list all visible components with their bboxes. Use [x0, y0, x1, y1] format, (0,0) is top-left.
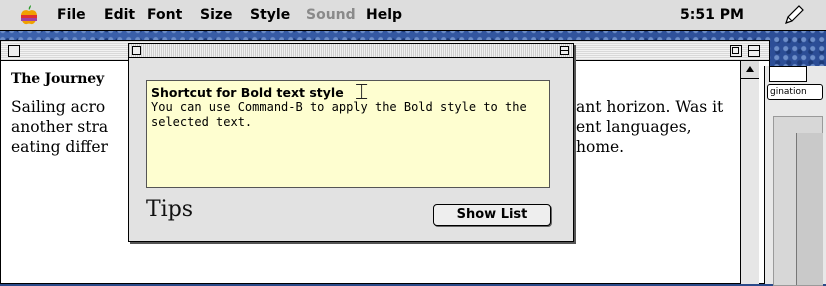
pen-tool-icon[interactable] — [783, 4, 805, 26]
body-line-3-right: home. — [576, 138, 625, 156]
right-window-panel — [773, 116, 823, 286]
body-line-1-right: ant horizon. Was it — [576, 98, 724, 116]
body-line-2-left: another stra — [11, 118, 109, 136]
collapse-box-icon[interactable] — [560, 46, 569, 55]
apple-icon[interactable] — [20, 5, 38, 25]
body-line-3-left: eating differ — [11, 138, 108, 156]
tip-text: You can use Command-B to apply the Bold … — [151, 100, 527, 129]
show-list-button[interactable]: Show List — [433, 204, 551, 226]
tips-label: Tips — [146, 197, 194, 222]
vertical-scrollbar[interactable] — [740, 61, 759, 284]
zoom-box-icon[interactable] — [730, 45, 742, 57]
scroll-up-arrow-icon[interactable] — [741, 61, 759, 79]
menu-bar: File Edit Font Size Style Sound Help 5:5… — [0, 0, 826, 31]
collapse-box-icon[interactable] — [748, 45, 760, 57]
tip-content-box: Shortcut for Bold text style You can use… — [146, 80, 550, 188]
tips-title-bar[interactable] — [129, 44, 573, 58]
right-partial-window: gination — [764, 66, 826, 286]
menu-size[interactable]: Size — [200, 7, 233, 23]
right-window-button[interactable]: gination — [767, 84, 823, 100]
body-line-1-left: Sailing acro — [11, 98, 106, 116]
menu-edit[interactable]: Edit — [104, 7, 135, 23]
i-beam-cursor-icon: ⌶ — [355, 80, 369, 105]
menu-help[interactable]: Help — [366, 7, 402, 23]
close-box-icon[interactable] — [132, 46, 141, 55]
menu-clock[interactable]: 5:51 PM — [680, 7, 744, 23]
menu-font[interactable]: Font — [147, 7, 182, 23]
right-window-panel-inner — [796, 133, 823, 285]
right-window-field[interactable] — [769, 66, 807, 82]
menu-style[interactable]: Style — [250, 7, 290, 23]
body-line-2-right: ent languages, — [576, 118, 692, 136]
tip-title: Shortcut for Bold text style — [151, 85, 344, 100]
tips-window: Shortcut for Bold text style You can use… — [128, 43, 574, 242]
menu-file[interactable]: File — [57, 7, 86, 23]
close-box-icon[interactable] — [8, 45, 20, 57]
menu-sound[interactable]: Sound — [306, 7, 356, 23]
